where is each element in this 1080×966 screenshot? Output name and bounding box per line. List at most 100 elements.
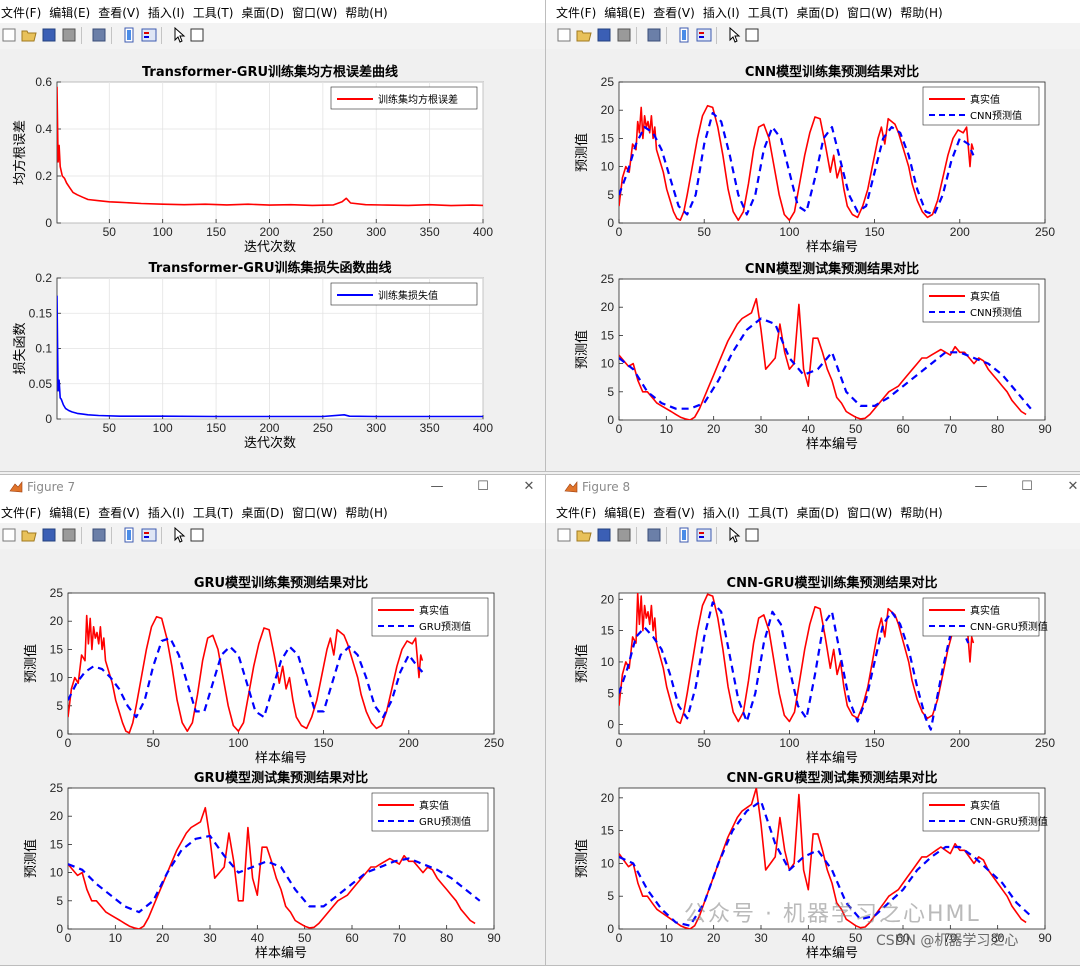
menu-item[interactable]: 查看(V) [649,501,699,521]
save-icon[interactable] [41,27,57,43]
menu-item[interactable]: 插入(I) [699,1,744,21]
link-plot-icon[interactable] [646,27,662,43]
y-tick-label: 0.6 [35,75,52,89]
minimize-button[interactable]: — [971,478,991,496]
x-tick-label: 0 [616,422,623,436]
y-axis-label: 预测值 [574,644,590,683]
menu-bar: 文件(F) 编辑(E) 查看(V) 插入(I) 工具(T) 桌面(D) 窗口(W) 帮助(H) [546,501,1080,523]
menu-item[interactable]: 插入(I) [699,501,744,521]
legend[interactable]: 真实值 CNN-GRU预测值 [922,597,1048,637]
menu-item[interactable]: 桌面(D) [792,1,843,21]
menu-item[interactable]: 工具(T) [189,501,238,521]
legend-label: GRU预测值 [419,815,471,828]
y-tick-label: 0 [607,718,614,732]
x-tick-label: 200 [399,736,419,750]
x-tick-label: 30 [754,422,768,436]
print-icon[interactable] [61,27,77,43]
x-tick-label: 100 [153,421,173,435]
menu-item[interactable]: 桌面(D) [237,501,288,521]
menu-item[interactable]: 编辑(E) [45,1,94,21]
property-editor-icon[interactable] [744,27,760,43]
close-button[interactable]: ✕ [519,478,539,496]
menu-item[interactable]: 插入(I) [144,1,189,21]
menu-item[interactable]: 桌面(D) [237,1,288,21]
legend-icon[interactable] [696,527,712,543]
print-icon[interactable] [616,27,632,43]
menu-item[interactable]: 查看(V) [94,1,144,21]
x-tick-label: 250 [484,736,504,750]
menu-item[interactable]: 编辑(E) [600,501,649,521]
menu-item[interactable]: 窗口(W) [843,501,896,521]
pointer-icon[interactable] [171,527,187,543]
legend[interactable]: 真实值 CNN预测值 [922,283,1040,323]
menu-item[interactable]: 查看(V) [94,501,144,521]
menu-item[interactable]: 文件(F) [0,1,45,21]
new-file-icon[interactable] [1,527,17,543]
menu-item[interactable]: 编辑(E) [600,1,649,21]
new-file-icon[interactable] [1,27,17,43]
legend[interactable]: 真实值 CNN-GRU预测值 [922,792,1048,832]
legend[interactable]: 训练集损失值 [330,282,478,306]
open-folder-icon[interactable] [576,527,592,543]
save-icon[interactable] [596,527,612,543]
menu-item[interactable]: 帮助(H) [896,1,946,21]
legend-icon[interactable] [141,527,157,543]
pointer-icon[interactable] [171,27,187,43]
menu-item[interactable]: 工具(T) [744,1,793,21]
colorbar-icon[interactable] [676,527,692,543]
menu-item[interactable]: 帮助(H) [896,501,946,521]
legend[interactable]: 真实值 GRU预测值 [371,597,489,637]
maximize-button[interactable]: ☐ [1017,478,1037,496]
colorbar-icon[interactable] [121,527,137,543]
link-plot-icon[interactable] [91,27,107,43]
pointer-icon[interactable] [726,27,742,43]
menu-item[interactable]: 文件(F) [552,501,600,521]
legend-icon[interactable] [696,27,712,43]
open-folder-icon[interactable] [21,27,37,43]
new-file-icon[interactable] [556,27,572,43]
menu-item[interactable]: 文件(F) [0,501,45,521]
menu-item[interactable]: 帮助(H) [341,501,391,521]
legend[interactable]: 真实值 CNN预测值 [922,86,1040,126]
property-editor-icon[interactable] [189,27,205,43]
open-folder-icon[interactable] [21,527,37,543]
y-tick-label: 0 [607,216,614,230]
maximize-button[interactable]: ☐ [473,478,493,496]
menu-item[interactable]: 查看(V) [649,1,699,21]
legend-icon[interactable] [141,27,157,43]
y-tick-label: 10 [601,357,615,371]
menu-item[interactable]: 插入(I) [144,501,189,521]
colorbar-icon[interactable] [121,27,137,43]
new-file-icon[interactable] [556,527,572,543]
print-icon[interactable] [61,527,77,543]
menu-item[interactable]: 文件(F) [552,1,600,21]
colorbar-icon[interactable] [676,27,692,43]
menu-item[interactable]: 工具(T) [189,1,238,21]
property-editor-icon[interactable] [744,527,760,543]
menu-item[interactable]: 桌面(D) [792,501,843,521]
menu-item[interactable]: 窗口(W) [843,1,896,21]
y-tick-label: 5 [607,188,614,202]
save-icon[interactable] [41,527,57,543]
open-folder-icon[interactable] [576,27,592,43]
x-tick-label: 350 [420,225,440,239]
menu-item[interactable]: 工具(T) [744,501,793,521]
link-plot-icon[interactable] [91,527,107,543]
menu-item[interactable]: 帮助(H) [341,1,391,21]
y-tick-label: 20 [601,300,615,314]
legend[interactable]: 真实值 GRU预测值 [371,792,489,832]
window-title-bar[interactable]: Figure 8 — ☐ ✕ [546,475,1080,501]
window-title-bar[interactable]: Figure 7 — ☐ ✕ [0,475,545,501]
link-plot-icon[interactable] [646,527,662,543]
x-tick-label: 150 [206,225,226,239]
print-icon[interactable] [616,527,632,543]
menu-item[interactable]: 窗口(W) [288,1,341,21]
property-editor-icon[interactable] [189,527,205,543]
menu-item[interactable]: 窗口(W) [288,501,341,521]
save-icon[interactable] [596,27,612,43]
close-button[interactable]: ✕ [1063,478,1080,496]
minimize-button[interactable]: — [427,478,447,496]
pointer-icon[interactable] [726,527,742,543]
menu-item[interactable]: 编辑(E) [45,501,94,521]
legend[interactable]: 训练集均方根误差 [330,86,478,110]
